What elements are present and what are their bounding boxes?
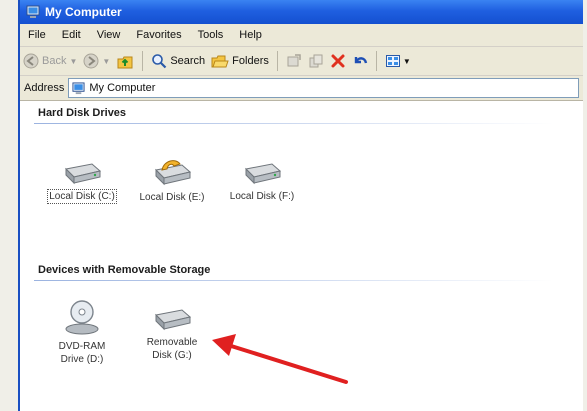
red-arrow-annotation	[212, 334, 348, 384]
